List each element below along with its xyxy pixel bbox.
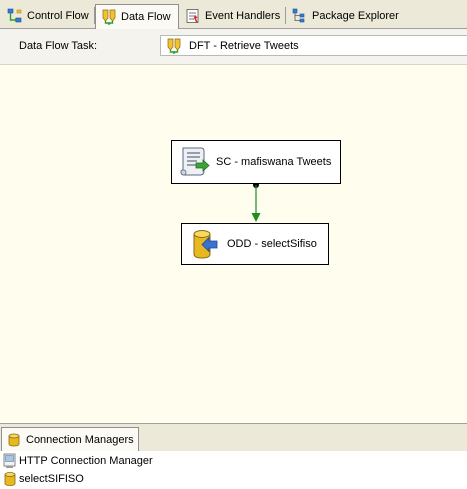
tab-divider bbox=[285, 7, 286, 24]
event-handlers-icon bbox=[185, 8, 201, 24]
connection-managers-list: HTTP Connection Manager selectSIFISO bbox=[0, 451, 467, 489]
connection-manager-label: selectSIFISO bbox=[19, 473, 84, 485]
control-flow-icon bbox=[7, 8, 23, 24]
designer-tab-strip: Control Flow Data Flow Event Handlers Pa… bbox=[0, 0, 467, 29]
data-flow-task-select[interactable]: DFT - Retrieve Tweets bbox=[160, 35, 467, 56]
connection-manager-item-selectsifiso[interactable]: selectSIFISO bbox=[3, 471, 84, 487]
http-connection-icon bbox=[3, 453, 17, 469]
tab-package-explorer[interactable]: Package Explorer bbox=[287, 4, 405, 28]
database-destination-icon bbox=[187, 228, 219, 260]
script-component-node[interactable]: SC - mafiswana Tweets bbox=[171, 140, 341, 184]
tab-control-flow[interactable]: Control Flow bbox=[2, 4, 92, 28]
package-explorer-icon bbox=[292, 8, 308, 24]
tab-label: Control Flow bbox=[27, 10, 89, 22]
data-flow-design-surface[interactable]: SC - mafiswana Tweets ODD - selectSifiso bbox=[0, 65, 467, 423]
tab-event-handlers[interactable]: Event Handlers bbox=[180, 4, 284, 28]
tab-label: Data Flow bbox=[121, 11, 171, 23]
data-flow-task-value: DFT - Retrieve Tweets bbox=[189, 39, 299, 52]
database-connection-icon bbox=[3, 471, 17, 487]
script-component-label: SC - mafiswana Tweets bbox=[216, 156, 332, 168]
tab-label: Event Handlers bbox=[205, 10, 281, 22]
connection-manager-item-http[interactable]: HTTP Connection Manager bbox=[3, 453, 153, 469]
tab-label: Package Explorer bbox=[312, 10, 399, 22]
data-flow-task-icon bbox=[166, 38, 182, 54]
tab-data-flow[interactable]: Data Flow bbox=[95, 4, 179, 29]
script-component-icon bbox=[177, 145, 211, 179]
data-flow-icon bbox=[101, 9, 117, 25]
data-flow-task-label: Data Flow Task: bbox=[19, 40, 98, 52]
tab-connection-managers[interactable]: Connection Managers bbox=[1, 427, 139, 451]
odbc-destination-node[interactable]: ODD - selectSifiso bbox=[181, 223, 329, 265]
connection-managers-header: Connection Managers bbox=[0, 423, 467, 451]
data-flow-task-bar: Data Flow Task: DFT - Retrieve Tweets bbox=[0, 29, 467, 65]
connection-managers-tab-label: Connection Managers bbox=[26, 433, 134, 446]
odbc-destination-label: ODD - selectSifiso bbox=[227, 238, 317, 250]
database-icon bbox=[8, 433, 20, 447]
connection-manager-label: HTTP Connection Manager bbox=[19, 455, 153, 467]
